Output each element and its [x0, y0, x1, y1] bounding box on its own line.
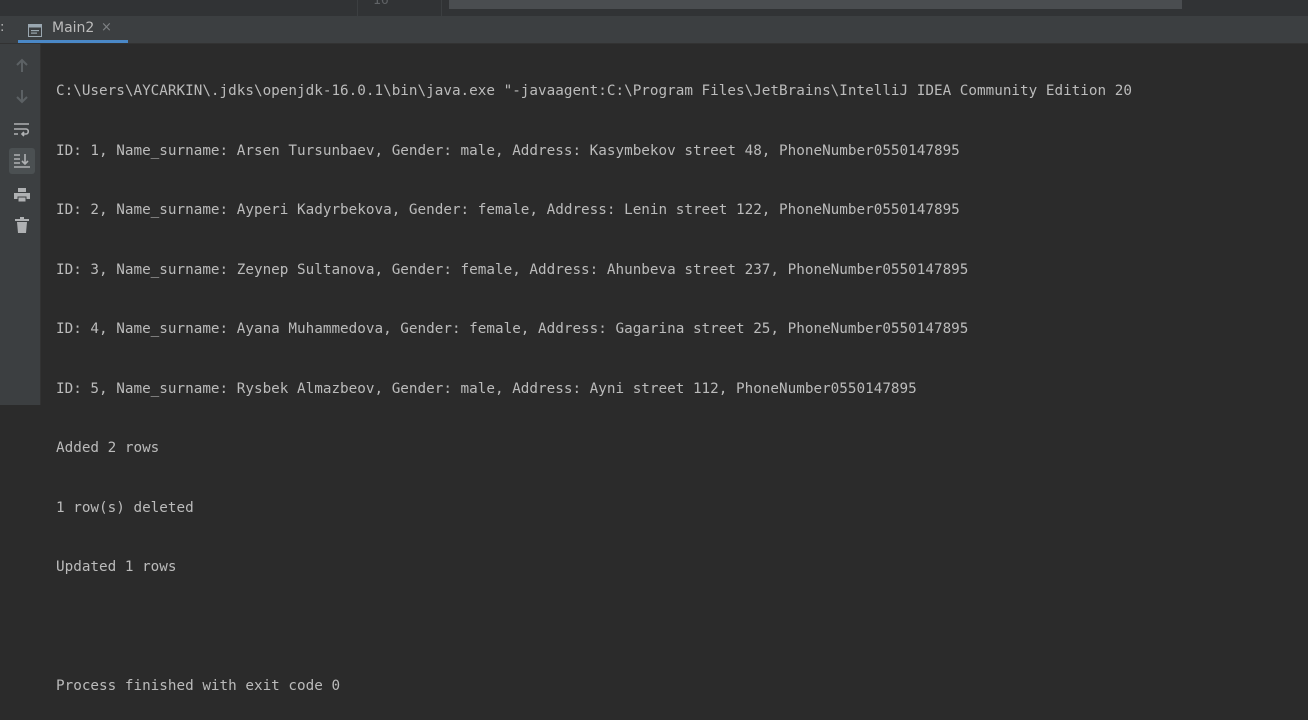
- line-number: 16: [373, 0, 389, 8]
- console-output[interactable]: C:\Users\AYCARKIN\.jdks\openjdk-16.0.1\b…: [56, 49, 1308, 720]
- editor-remnant: 16: [0, 0, 1308, 16]
- up-arrow-icon[interactable]: [9, 53, 35, 79]
- console-line: ID: 5, Name_surname: Rysbek Almazbeov, G…: [56, 380, 917, 397]
- close-icon[interactable]: ×: [101, 20, 112, 35]
- tab-main2[interactable]: Main2 ×: [18, 16, 128, 43]
- console-icon: [28, 22, 42, 37]
- down-arrow-icon[interactable]: [9, 83, 35, 109]
- console-line: ID: 4, Name_surname: Ayana Muhammedova, …: [56, 321, 969, 337]
- console-line: ID: 1, Name_surname: Arsen Tursunbaev, G…: [56, 142, 960, 159]
- trash-icon[interactable]: [9, 212, 35, 238]
- console-line: C:\Users\AYCARKIN\.jdks\openjdk-16.0.1\b…: [56, 83, 1132, 99]
- editor-gutter: [357, 0, 442, 16]
- soft-wrap-icon[interactable]: [9, 117, 35, 143]
- run-label-prefix: :: [0, 20, 5, 35]
- console-line: Added 2 rows: [56, 440, 160, 456]
- console-line: Process finished with exit code 0: [56, 678, 341, 694]
- tab-label: Main2: [52, 20, 95, 36]
- console-toolbar: [0, 44, 41, 405]
- print-icon[interactable]: [9, 182, 35, 208]
- console-line: ID: 3, Name_surname: Zeynep Sultanova, G…: [56, 261, 969, 278]
- run-tab-bar: : Main2 ×: [0, 16, 1308, 44]
- console-line: ID: 2, Name_surname: Ayperi Kadyrbekova,…: [56, 202, 960, 218]
- scroll-to-end-icon[interactable]: [9, 148, 35, 174]
- console-line: 1 row(s) deleted: [56, 499, 194, 516]
- editor-area[interactable]: [449, 0, 1182, 9]
- console-line: Updated 1 rows: [56, 559, 177, 575]
